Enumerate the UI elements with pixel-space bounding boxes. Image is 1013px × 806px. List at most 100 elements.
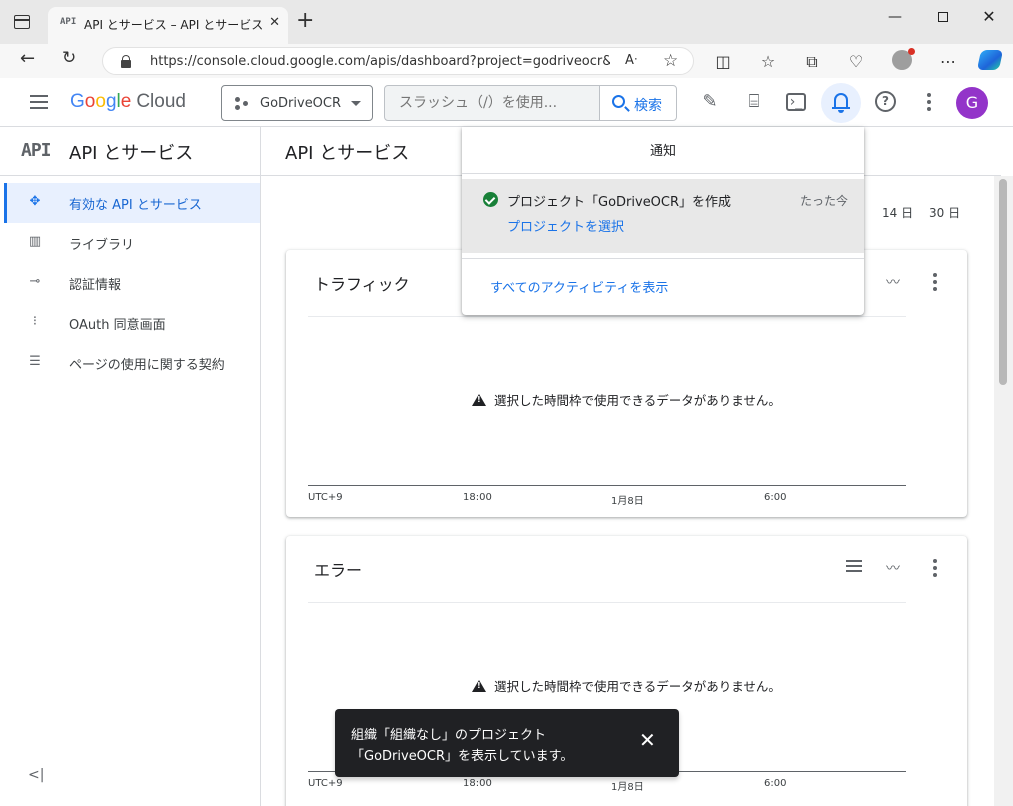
axis-label: UTC+9 [308, 492, 343, 503]
logo-letter: o [95, 91, 106, 112]
search-button[interactable]: 検索 [599, 85, 677, 121]
read-aloud-icon[interactable]: Aᐧ [625, 53, 637, 68]
axis-label: 18:00 [463, 778, 492, 789]
notification-message: プロジェクト「GoDriveOCR」を作成 [507, 195, 732, 210]
sidebar-item-label: 認証情報 [69, 278, 122, 293]
axis-label: 6:00 [764, 492, 787, 503]
divider [462, 173, 864, 174]
diamond-dots-icon: ✥ [29, 194, 41, 209]
snackbar-text-line2: 「GoDriveOCR」を表示しています。 [351, 749, 574, 764]
new-tab-button[interactable]: + [296, 10, 314, 32]
maximize-icon [938, 12, 948, 22]
more-vert-icon[interactable] [927, 93, 931, 114]
window-minimize-button[interactable]: — [880, 6, 910, 28]
x-axis-line [308, 485, 906, 486]
logo-letter: g [105, 91, 117, 112]
sidebar-item-oauth-consent[interactable]: ⁝ OAuth 同意画面 [4, 303, 260, 343]
snackbar: 組織「組織なし」のプロジェクト 「GoDriveOCR」を表示しています。 ✕ [335, 709, 679, 777]
card-title: トラフィック [314, 275, 410, 294]
card-divider [308, 602, 906, 603]
favorite-star-icon[interactable]: ☆ [663, 51, 678, 71]
profile-status-dot [908, 48, 915, 55]
collections-icon[interactable]: ⧉ [801, 52, 823, 72]
logo-product: Cloud [136, 91, 186, 112]
left-nav: API API とサービス ✥ 有効な API とサービス ▥ ライブラリ ⊸ … [0, 127, 261, 806]
more-menu-icon[interactable]: ⋯ [937, 52, 959, 71]
collapse-nav-icon[interactable]: <| [28, 767, 44, 783]
axis-label: 18:00 [463, 492, 492, 503]
range-14-days-button[interactable]: 14 日 [882, 204, 913, 221]
favorites-icon[interactable]: ☆ [757, 52, 779, 71]
project-picker-button[interactable]: GoDriveOCR [221, 85, 373, 121]
tab-title: API とサービス – API とサービス – GoDriveOCR [84, 18, 264, 32]
avatar[interactable]: G [956, 87, 988, 119]
reload-icon[interactable]: ↻ [62, 48, 76, 68]
success-check-icon [483, 192, 498, 207]
scrollbar-thumb[interactable] [999, 179, 1007, 385]
tab-close-icon[interactable]: ✕ [269, 15, 280, 30]
card-divider [308, 316, 906, 317]
library-icon: ▥ [28, 234, 42, 249]
url-text[interactable]: https://console.cloud.google.com/apis/da… [150, 54, 610, 69]
more-vert-icon[interactable] [933, 559, 937, 580]
console-header: GoogleCloud GoDriveOCR 検索 ✎ ⌸ ›_ ? G [0, 78, 1013, 127]
select-project-link[interactable]: プロジェクトを選択 [507, 216, 624, 235]
lock-icon[interactable] [121, 55, 131, 68]
cloud-shell-icon[interactable]: ›_ [786, 93, 806, 111]
axis-label: 6:00 [764, 778, 787, 789]
sidebar-item-label: OAuth 同意画面 [69, 318, 166, 333]
snackbar-close-icon[interactable]: ✕ [639, 730, 656, 750]
sidebar-item-credentials[interactable]: ⊸ 認証情報 [4, 263, 260, 303]
legend-toggle-icon[interactable] [846, 560, 862, 575]
notifications-title: 通知 [649, 144, 676, 159]
back-arrow-icon[interactable]: ← [20, 48, 35, 69]
no-data-message: 選択した時間枠で使用できるデータがありません。 [286, 390, 967, 409]
consent-icon: ⁝ [32, 314, 38, 329]
notification-time: たった今 [799, 194, 848, 208]
split-screen-icon[interactable]: ◫ [712, 52, 734, 71]
logo-letter: o [84, 91, 96, 112]
sidebar-item-label: ライブラリ [69, 238, 135, 253]
project-name: GoDriveOCR [260, 96, 342, 111]
browser-tab[interactable]: API API とサービス – API とサービス – GoDriveOCR ✕ [48, 7, 288, 44]
page-title: API とサービス [285, 143, 410, 164]
google-cloud-logo[interactable]: Google Cloud [70, 91, 186, 113]
no-data-text: 選択した時間枠で使用できるデータがありません。 [494, 393, 781, 408]
settings-list-icon: ☰ [29, 354, 41, 369]
chart-search-icon[interactable]: 〰 [886, 272, 900, 292]
project-hub-icon [235, 97, 249, 111]
caret-down-icon [351, 101, 361, 106]
view-all-activity-link[interactable]: すべてのアクティビティを表示 [490, 277, 668, 296]
address-bar[interactable]: https://console.cloud.google.com/apis/da… [102, 47, 694, 75]
browser-essentials-icon[interactable]: ♡ [845, 52, 867, 71]
bell-icon [832, 93, 850, 109]
chart-search-icon[interactable]: 〰 [886, 558, 900, 578]
help-icon[interactable]: ? [875, 91, 896, 112]
gift-icon[interactable]: ⌸ [742, 90, 766, 114]
range-30-days-button[interactable]: 30 日 [929, 204, 960, 221]
tab-actions-icon[interactable] [14, 15, 30, 29]
window-maximize-button[interactable] [928, 6, 958, 28]
divider [462, 258, 864, 259]
search-button-label: 検索 [634, 98, 662, 114]
gemini-chat-icon[interactable]: ✎ [698, 90, 722, 114]
logo-letter: e [120, 91, 132, 112]
no-data-message: 選択した時間枠で使用できるデータがありません。 [286, 676, 967, 695]
search-input[interactable] [384, 85, 600, 121]
left-nav-title: API とサービス [69, 143, 194, 164]
sidebar-item-library[interactable]: ▥ ライブラリ [4, 223, 260, 263]
left-nav-header: API API とサービス [0, 127, 260, 176]
sidebar-item-page-usage-agreements[interactable]: ☰ ページの使用に関する契約 [4, 343, 260, 383]
logo-letter: G [70, 91, 85, 112]
sidebar-item-enabled-apis[interactable]: ✥ 有効な API とサービス [4, 183, 260, 223]
sidebar-item-label: ページの使用に関する契約 [69, 358, 225, 373]
axis-label: 1月8日 [611, 782, 644, 793]
api-favicon-icon: API [60, 17, 77, 27]
notifications-button[interactable] [821, 83, 861, 123]
copilot-icon[interactable] [976, 50, 1004, 70]
menu-icon[interactable] [30, 95, 48, 109]
more-vert-icon[interactable] [933, 273, 937, 294]
window-close-button[interactable]: ✕ [974, 6, 1004, 28]
notification-item[interactable]: プロジェクト「GoDriveOCR」を作成 たった今 プロジェクトを選択 [462, 179, 864, 253]
card-title: エラー [314, 561, 363, 580]
